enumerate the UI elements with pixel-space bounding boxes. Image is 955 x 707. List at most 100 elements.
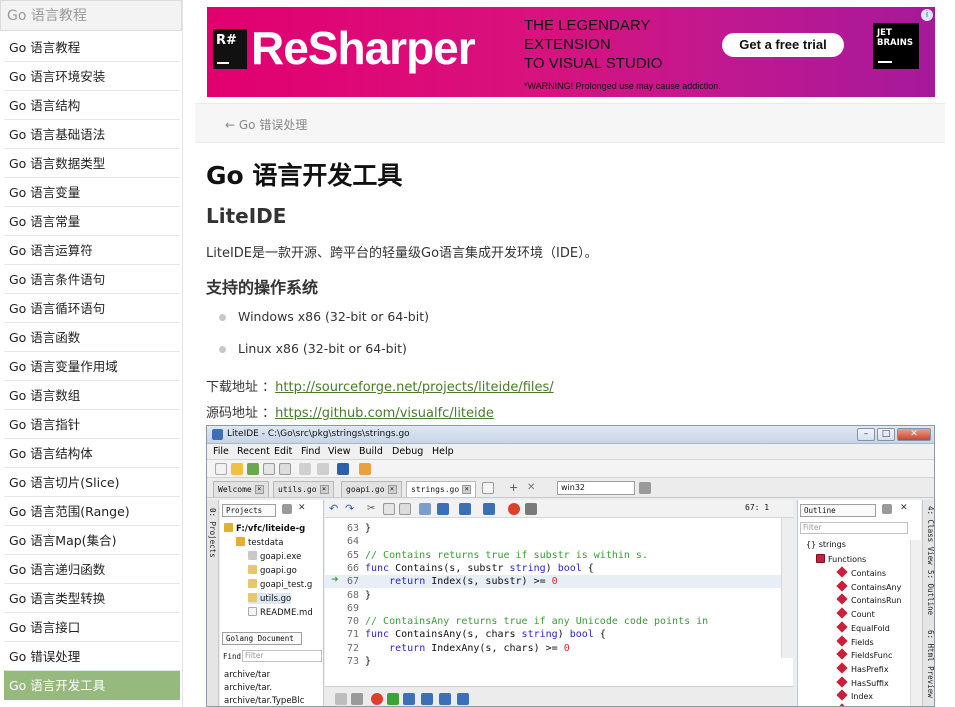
outline-filter-input[interactable]: Filter xyxy=(800,522,908,534)
download-link[interactable]: http://sourceforge.net/projects/liteide/… xyxy=(275,380,554,395)
save-all-icon[interactable] xyxy=(279,463,291,475)
close-file-icon[interactable] xyxy=(299,463,311,475)
step-into-icon[interactable] xyxy=(421,693,433,705)
menu-file[interactable]: File xyxy=(213,446,229,457)
fullscreen-icon[interactable]: ✕ xyxy=(527,482,539,494)
open-folder-icon[interactable] xyxy=(231,463,243,475)
sidebar-item[interactable]: Go 语言条件语句 xyxy=(4,265,180,294)
outline-function-item[interactable]: Count xyxy=(836,607,875,619)
code-line[interactable]: 73} xyxy=(325,655,781,668)
outline-function-item[interactable]: Index xyxy=(836,689,873,701)
outline-function-item[interactable]: EqualFold xyxy=(836,621,890,633)
close-all-icon[interactable] xyxy=(317,463,329,475)
code-line[interactable]: 67 return Index(s, substr) >= 0 xyxy=(325,575,781,589)
sidebar-item[interactable]: Go 语言Map(集合) xyxy=(4,526,180,555)
step-return-icon[interactable] xyxy=(457,693,469,705)
golang-doc-combo[interactable]: Golang Document xyxy=(222,632,302,645)
output-icon[interactable] xyxy=(335,693,347,705)
close-tab-icon[interactable]: × xyxy=(319,485,329,494)
outline-function-item[interactable]: Fields xyxy=(836,634,874,647)
panel-close-icon[interactable]: ✕ xyxy=(298,503,308,513)
code-line[interactable]: 72 return IndexAny(s, chars) >= 0 xyxy=(325,642,781,655)
new-tab-icon[interactable]: + xyxy=(509,482,521,494)
step-out-icon[interactable] xyxy=(439,693,451,705)
tab-welcome[interactable]: Welcome × xyxy=(213,481,269,497)
sidebar-item[interactable]: Go 语言环境安装 xyxy=(4,62,180,91)
redo-icon[interactable]: ↷ xyxy=(345,503,357,515)
sidebar-item[interactable]: Go 语言结构 xyxy=(4,91,180,120)
tab-utils-go[interactable]: utils.go × xyxy=(273,481,334,497)
bookmark-icon[interactable] xyxy=(525,503,537,515)
debug-stop-icon[interactable] xyxy=(371,693,383,705)
outline-root[interactable]: {} strings xyxy=(806,540,846,549)
editor-scrollbar[interactable] xyxy=(781,518,793,658)
outline-dock-tab[interactable]: 5: Outline xyxy=(926,570,934,615)
resharper-ad-banner[interactable]: R# ReSharper THE LEGENDARY EXTENSION TO … xyxy=(207,7,935,97)
gear-icon[interactable] xyxy=(419,503,431,515)
platform-config-icon[interactable] xyxy=(639,482,651,494)
sidebar-item[interactable]: Go 语言指针 xyxy=(4,410,180,439)
cut-icon[interactable]: ✂ xyxy=(367,503,379,515)
tree-item[interactable]: README.md xyxy=(248,607,313,618)
new-file-icon[interactable] xyxy=(215,463,227,475)
menu-edit[interactable]: Edit xyxy=(274,446,292,457)
outline-function-item[interactable]: ContainsAny xyxy=(836,580,901,592)
build-icon[interactable] xyxy=(359,463,371,475)
sidebar-item[interactable]: Go 语言运算符 xyxy=(4,236,180,265)
menu-help[interactable]: Help xyxy=(432,446,454,457)
minimize-button[interactable]: – xyxy=(857,428,875,441)
sidebar-item[interactable]: Go 语言类型转换 xyxy=(4,584,180,613)
sidebar-item-active[interactable]: Go 语言开发工具 xyxy=(4,671,180,700)
sidebar-item[interactable]: Go 语言数据类型 xyxy=(4,149,180,178)
ad-info-icon[interactable]: i xyxy=(921,9,933,21)
free-trial-button[interactable]: Get a free trial xyxy=(722,33,844,57)
maximize-button[interactable]: □ xyxy=(877,428,895,441)
close-tab-icon[interactable]: × xyxy=(254,485,264,494)
stop-icon[interactable] xyxy=(508,503,520,515)
step-over-icon[interactable] xyxy=(403,693,415,705)
doc-item[interactable]: archive/tar xyxy=(224,670,270,680)
sidebar-item[interactable]: Go 语言结构体 xyxy=(4,439,180,468)
sidebar-item[interactable]: Go 语言循环语句 xyxy=(4,294,180,323)
list-icon[interactable] xyxy=(351,693,363,705)
code-line[interactable]: 65 // Contains returns true if substr is … xyxy=(325,549,781,562)
projects-combo[interactable]: Projects xyxy=(222,504,276,517)
code-line[interactable]: 71 func ContainsAny(s, chars string) bool… xyxy=(325,628,781,641)
code-line[interactable]: 64 xyxy=(325,535,781,548)
outline-close-icon[interactable]: ✕ xyxy=(900,503,910,513)
code-line[interactable]: 69 xyxy=(325,602,781,615)
outline-function-item[interactable]: HasSuffix xyxy=(836,675,889,688)
tree-item[interactable]: goapi.go xyxy=(248,565,297,576)
undo-icon[interactable]: ↶ xyxy=(329,503,341,515)
sidebar-item[interactable]: Go 语言变量 xyxy=(4,178,180,207)
br-icon[interactable] xyxy=(459,503,471,515)
html-preview-dock-tab[interactable]: 6: Html Preview xyxy=(926,630,934,698)
home-icon[interactable] xyxy=(337,463,349,475)
menu-find[interactable]: Find xyxy=(301,446,320,457)
sidebar-item[interactable]: Go 语言教程 xyxy=(4,33,180,62)
open-project-icon[interactable] xyxy=(247,463,259,475)
sidebar-item[interactable]: Go 语言基础语法 xyxy=(4,120,180,149)
save-icon[interactable] xyxy=(263,463,275,475)
menu-build[interactable]: Build xyxy=(359,446,383,457)
panel-settings-icon[interactable] xyxy=(282,504,292,514)
class-view-dock-tab[interactable]: 4: Class View xyxy=(926,506,934,565)
prev-page-link[interactable]: ← Go 错误处理 xyxy=(225,116,307,133)
paste-icon[interactable] xyxy=(399,503,411,515)
outline-function-item[interactable]: FieldsFunc xyxy=(836,648,892,660)
bold-b-icon[interactable] xyxy=(437,503,449,515)
debug-run-icon[interactable] xyxy=(387,693,399,705)
close-tab-icon[interactable]: × xyxy=(462,485,472,494)
projects-dock-tab[interactable]: 0: Projects xyxy=(208,508,217,558)
outline-settings-icon[interactable] xyxy=(882,504,892,514)
sidebar-item[interactable]: Go 语言接口 xyxy=(4,613,180,642)
code-line[interactable]: 66 func Contains(s, substr string) bool { xyxy=(325,562,781,575)
platform-select[interactable]: win32 xyxy=(557,481,635,495)
outline-function-item[interactable]: HasPrefix xyxy=(836,662,889,674)
sidebar-item[interactable]: Go 语言数组 xyxy=(4,381,180,410)
close-button[interactable]: ✕ xyxy=(897,428,931,441)
sidebar-item[interactable]: Go 语言范围(Range) xyxy=(4,497,180,526)
menu-debug[interactable]: Debug xyxy=(392,446,423,457)
outline-function-item[interactable]: ContainsRun xyxy=(836,593,901,605)
tree-item[interactable]: goapi.exe xyxy=(248,551,301,562)
